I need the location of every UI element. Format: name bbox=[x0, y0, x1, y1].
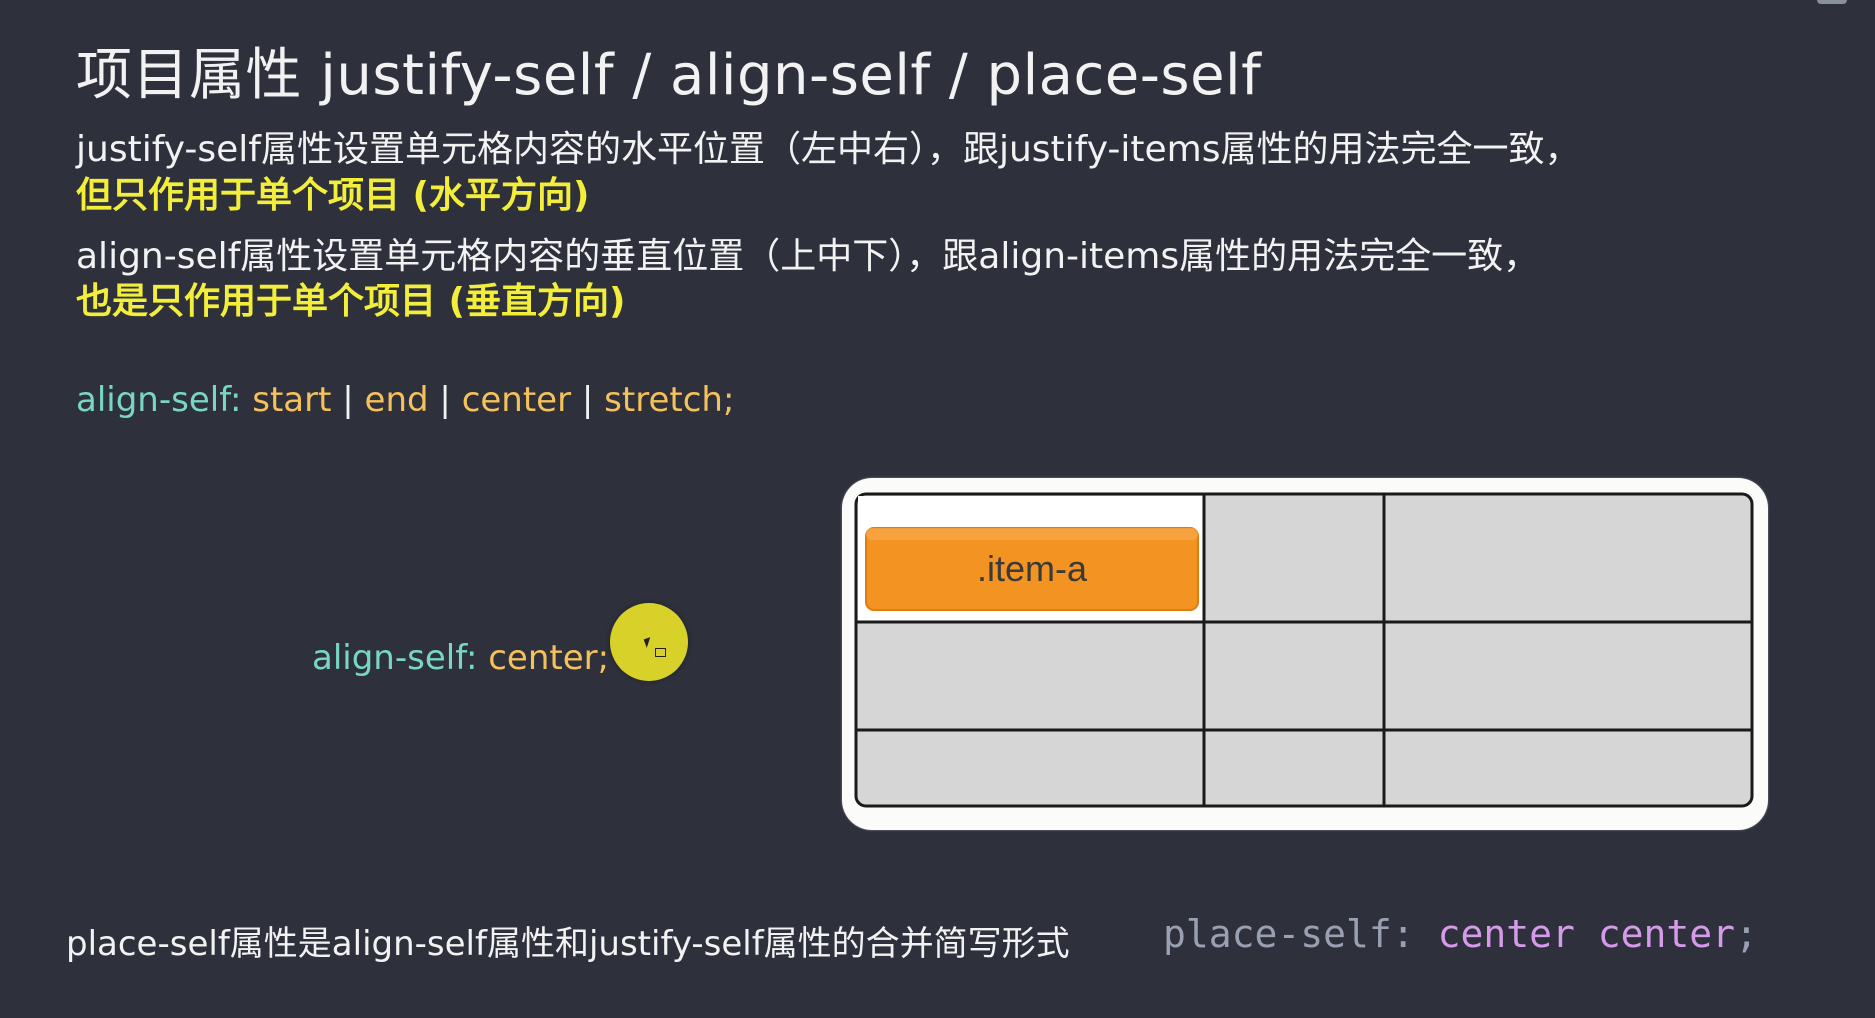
align-self-highlight: 也是只作用于单个项目 (垂直方向) bbox=[76, 281, 626, 322]
current-property: align-self: bbox=[312, 638, 478, 678]
syntax-separator: | bbox=[439, 380, 451, 420]
syntax-value-start: start bbox=[252, 380, 332, 420]
align-self-syntax: align-self: start | end | center | stret… bbox=[76, 380, 734, 420]
justify-self-highlight: 但只作用于单个项目 (水平方向) bbox=[76, 175, 590, 216]
corner-mark bbox=[1817, 0, 1847, 4]
current-value: center; bbox=[488, 638, 610, 678]
align-self-description: align-self属性设置单元格内容的垂直位置（上中下），跟align-ite… bbox=[76, 236, 1540, 277]
syntax-value-center: center bbox=[461, 380, 572, 420]
code-values: center center bbox=[1437, 912, 1735, 956]
syntax-separator: | bbox=[581, 380, 594, 420]
justify-self-description: justify-self属性设置单元格内容的水平位置（左中右），跟justify… bbox=[76, 129, 1581, 170]
syntax-value-end: end bbox=[364, 380, 429, 420]
place-self-code: place-self: center center; bbox=[1163, 912, 1758, 956]
syntax-property: align-self: bbox=[76, 380, 242, 420]
grid-illustration: .item-a bbox=[842, 478, 1768, 830]
syntax-separator: | bbox=[342, 380, 354, 420]
syntax-value-stretch: stretch; bbox=[604, 380, 735, 420]
place-self-description: place-self属性是align-self属性和justify-self属性… bbox=[66, 924, 1070, 964]
mouse-cursor-highlight bbox=[610, 603, 688, 681]
cursor-box-icon bbox=[655, 648, 666, 657]
grid-diagram: .item-a bbox=[854, 492, 1754, 808]
code-property: place-self: bbox=[1163, 912, 1415, 956]
item-a-highlight bbox=[866, 528, 1198, 540]
slide-title: 项目属性 justify-self / align-self / place-s… bbox=[76, 43, 1262, 108]
current-align-self: align-self: center; bbox=[312, 638, 609, 678]
code-semicolon: ; bbox=[1734, 912, 1758, 956]
cursor-arrow-icon bbox=[643, 637, 654, 648]
item-a-label: .item-a bbox=[977, 548, 1088, 589]
